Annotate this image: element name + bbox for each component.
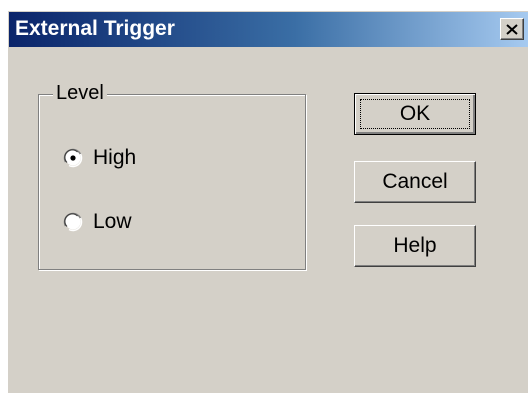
- close-button[interactable]: [500, 18, 524, 40]
- radio-unselected-icon: [63, 212, 83, 232]
- radio-low-label: Low: [93, 210, 132, 233]
- level-group-label: Level: [53, 81, 107, 105]
- external-trigger-dialog: External Trigger Level High Low OK Cance…: [6, 9, 528, 393]
- ok-button-label: OK: [399, 102, 431, 125]
- radio-high-label: High: [93, 146, 137, 169]
- cancel-button[interactable]: Cancel: [354, 161, 476, 203]
- help-button-label: Help: [393, 234, 437, 257]
- cancel-button-label: Cancel: [382, 170, 448, 193]
- radio-high[interactable]: High: [63, 146, 136, 170]
- level-groupbox: Level High Low: [38, 81, 306, 270]
- ok-button[interactable]: OK: [354, 93, 476, 135]
- help-button[interactable]: Help: [354, 225, 476, 267]
- title-bar: External Trigger: [9, 12, 528, 47]
- window-title: External Trigger: [15, 17, 175, 40]
- radio-selected-icon: [63, 148, 83, 168]
- close-icon: [506, 23, 518, 35]
- radio-low[interactable]: Low: [63, 210, 132, 234]
